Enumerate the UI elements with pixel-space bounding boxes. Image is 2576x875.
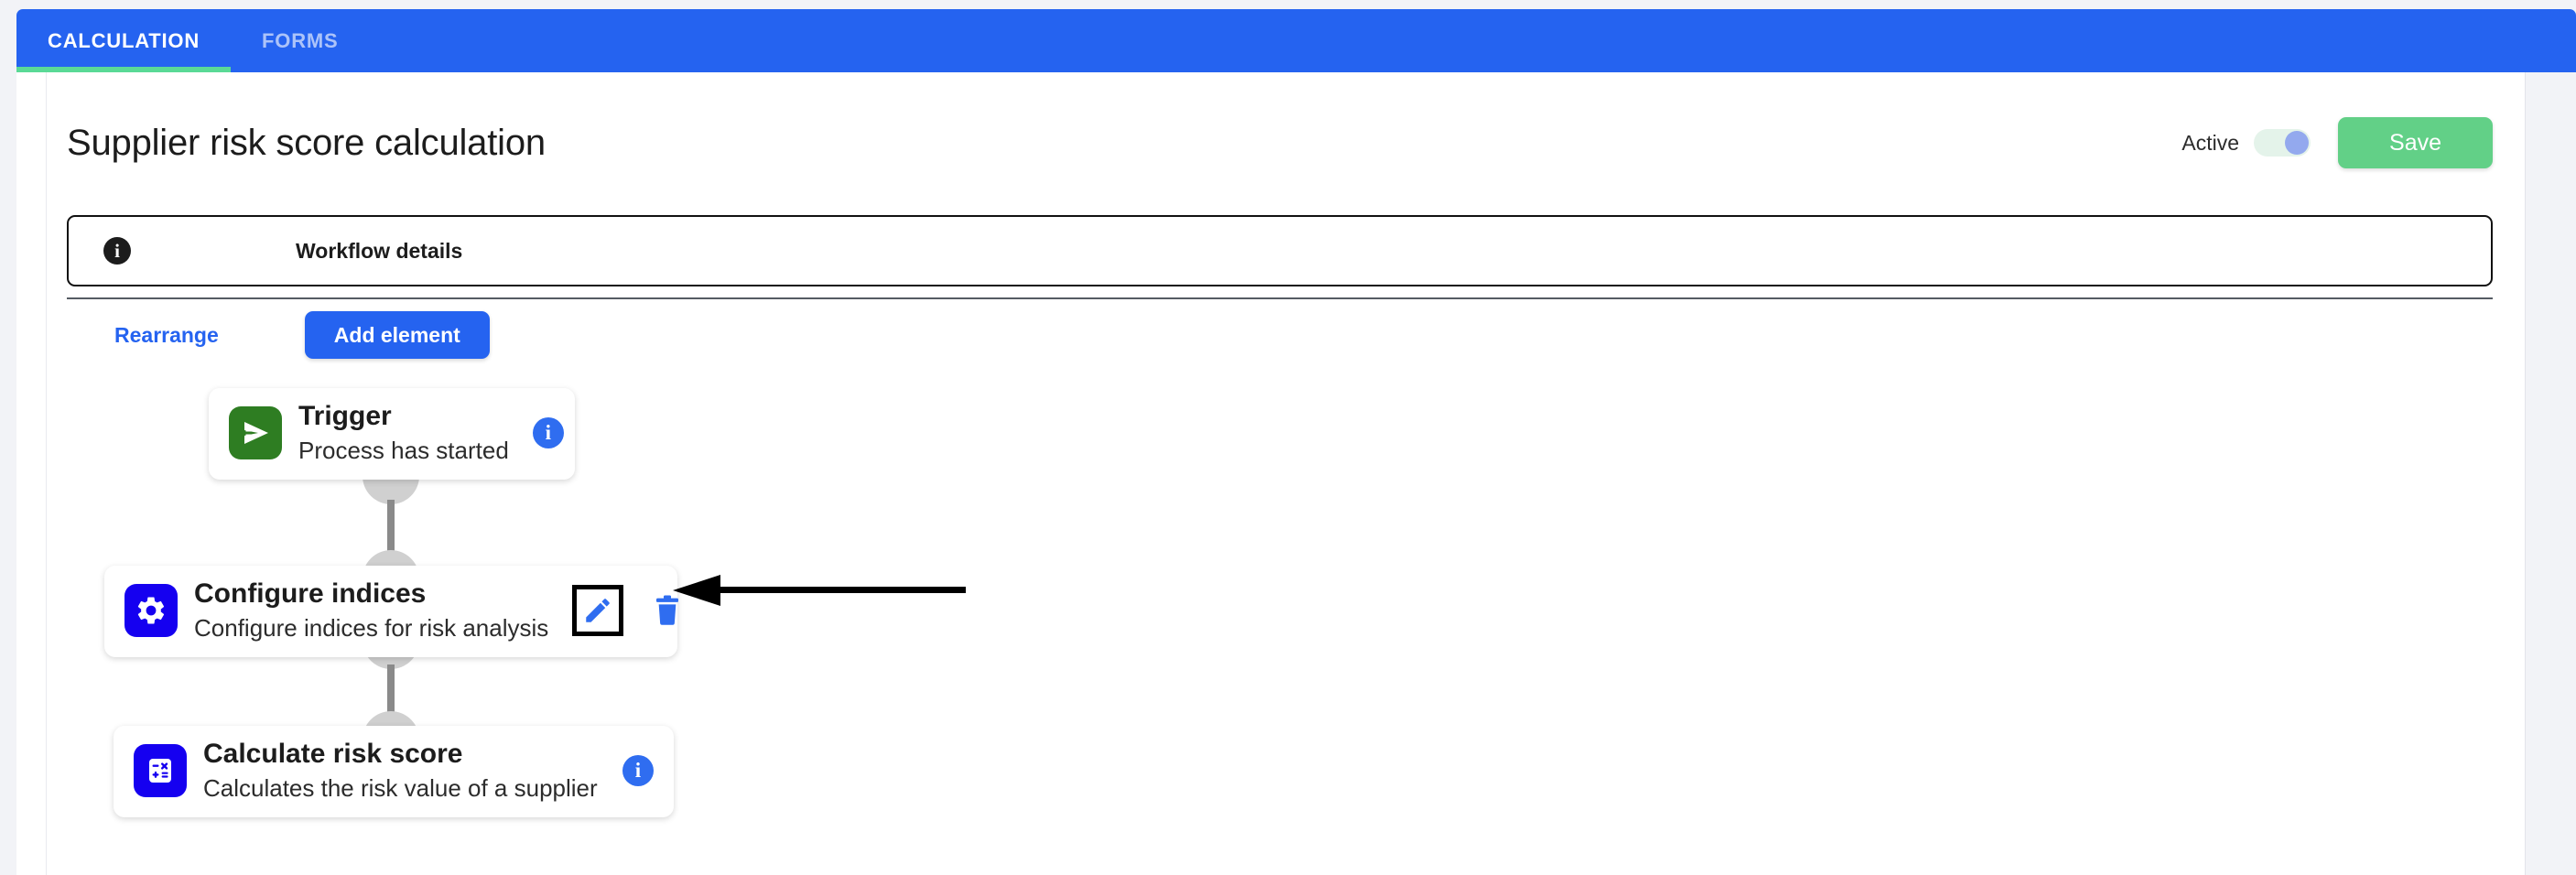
active-toggle-knob	[2285, 131, 2310, 155]
flow-node-title: Trigger	[298, 401, 392, 431]
trash-icon[interactable]	[649, 590, 686, 631]
tab-forms-label: FORMS	[262, 28, 339, 52]
section-divider	[67, 297, 2493, 299]
flow-node-subtitle: Configure indices for risk analysis	[194, 613, 549, 642]
flow-node-subtitle: Process has started	[298, 436, 509, 464]
info-icon: i	[103, 237, 131, 265]
send-arrow-icon	[229, 405, 282, 459]
workflow-details-label: Workflow details	[296, 238, 463, 263]
flow-node-title: Calculate risk score	[203, 739, 463, 769]
flow-node-configure-controls	[548, 584, 686, 636]
active-toggle-label: Active	[2181, 130, 2240, 155]
flow-node-configure-texts: Configure indices Configure indices for …	[194, 578, 548, 643]
header-row: Supplier risk score calculation Active S…	[67, 110, 2493, 176]
gear-icon	[124, 583, 178, 637]
connector-line	[387, 500, 395, 556]
connector-trigger-to-configure	[363, 476, 419, 578]
info-icon-glyph: i	[545, 420, 551, 444]
flow-node-title: Configure indices	[194, 578, 427, 609]
flow-node-calculate-risk-score[interactable]: Calculate risk score Calculates the risk…	[114, 726, 674, 817]
flow-node-trigger-texts: Trigger Process has started	[298, 401, 509, 465]
flow-node-trigger-controls: i	[509, 416, 564, 448]
calculator-icon	[134, 743, 187, 797]
action-row: Rearrange Add element	[114, 311, 490, 359]
tab-forms[interactable]: FORMS	[231, 9, 369, 72]
rearrange-link[interactable]: Rearrange	[114, 323, 219, 348]
flow-node-calculate-texts: Calculate risk score Calculates the risk…	[203, 739, 598, 803]
panel-left-edge	[46, 72, 47, 875]
save-button[interactable]: Save	[2338, 117, 2493, 168]
edit-icon[interactable]	[572, 584, 624, 636]
info-icon[interactable]: i	[622, 754, 654, 786]
flow-node-subtitle: Calculates the risk value of a supplier	[203, 773, 598, 802]
flow-node-calculate-controls: i	[599, 754, 654, 786]
workflow-details-bar[interactable]: i Workflow details	[67, 215, 2493, 286]
page-title: Supplier risk score calculation	[67, 122, 546, 163]
info-icon[interactable]: i	[532, 416, 564, 448]
active-toggle[interactable]	[2254, 129, 2311, 157]
connector-line	[387, 664, 395, 718]
header-actions: Active Save	[2181, 117, 2493, 168]
flow-node-configure-indices[interactable]: Configure indices Configure indices for …	[104, 566, 679, 657]
add-element-button[interactable]: Add element	[304, 311, 490, 359]
tab-bar: CALCULATION FORMS	[16, 9, 2576, 72]
info-icon-glyph: i	[114, 239, 120, 262]
panel-right-edge	[2525, 72, 2526, 875]
info-icon-glyph: i	[634, 758, 642, 782]
flow-node-trigger[interactable]: Trigger Process has started i	[209, 388, 575, 480]
tab-calculation[interactable]: CALCULATION	[16, 9, 232, 72]
tab-calculation-label: CALCULATION	[48, 28, 200, 52]
